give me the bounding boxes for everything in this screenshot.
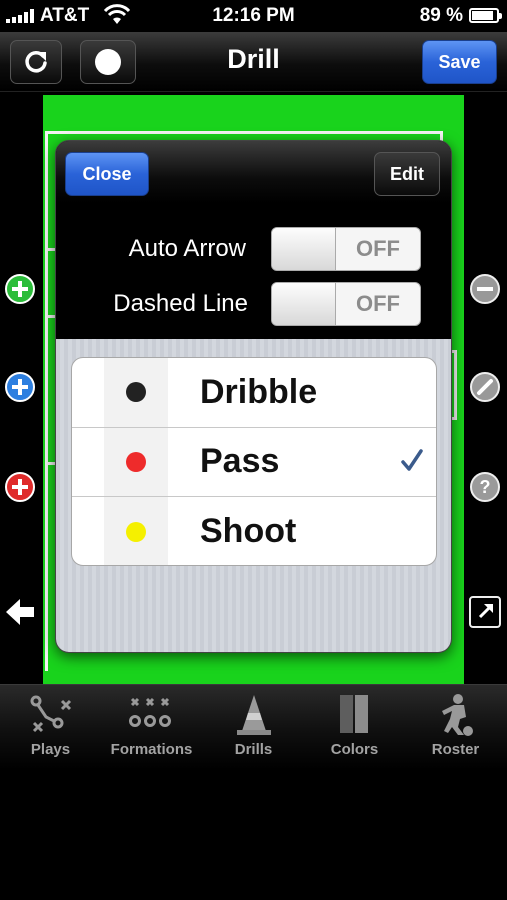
- save-button[interactable]: Save: [422, 40, 497, 84]
- edit-button[interactable]: Edit: [374, 152, 440, 196]
- add-blue-button[interactable]: [5, 372, 35, 402]
- tab-roster[interactable]: Roster: [405, 685, 506, 771]
- list-item-dribble[interactable]: Dribble: [72, 358, 436, 428]
- player-icon: [441, 694, 473, 736]
- tab-plays[interactable]: Plays: [0, 685, 101, 771]
- list-item-label: Dribble: [200, 372, 318, 411]
- dashed-line-toggle[interactable]: OFF: [271, 282, 421, 326]
- red-dot-icon: [126, 451, 146, 472]
- share-icon[interactable]: [469, 596, 501, 628]
- yellow-dot-icon: [126, 521, 146, 542]
- status-bar: AT&T 12:16 PM 89 %: [0, 0, 507, 32]
- back-arrow-icon[interactable]: [4, 597, 36, 627]
- tab-formations[interactable]: Formations: [101, 685, 202, 771]
- cone-icon: [236, 695, 271, 735]
- list-item-label: Shoot: [200, 512, 297, 551]
- tab-label: Formations: [110, 741, 193, 758]
- tab-colors[interactable]: Colors: [304, 685, 405, 771]
- toggle-state: OFF: [356, 236, 400, 261]
- close-button[interactable]: Close: [65, 152, 149, 196]
- tab-label: Plays: [30, 741, 71, 758]
- list-item-shoot[interactable]: Shoot: [72, 497, 436, 565]
- tab-label: Colors: [330, 741, 379, 758]
- colors-icon: [339, 695, 368, 733]
- list-item-pass[interactable]: Pass: [72, 427, 436, 497]
- black-dot-icon: [126, 382, 146, 403]
- plays-icon: [30, 695, 71, 733]
- add-red-button[interactable]: [5, 472, 35, 502]
- remove-button[interactable]: [470, 274, 500, 304]
- auto-arrow-label: Auto Arrow: [128, 235, 246, 262]
- tab-drills[interactable]: Drills: [203, 685, 304, 771]
- add-green-button[interactable]: [5, 274, 35, 304]
- auto-arrow-toggle[interactable]: OFF: [271, 227, 421, 271]
- line-style-popover: Close Edit Auto Arrow OFF Dashed Line OF…: [55, 140, 452, 653]
- pencil-button[interactable]: [470, 372, 500, 402]
- popover-body: Dribble Pass Shoot: [56, 339, 451, 652]
- list-item-label: Pass: [200, 442, 280, 481]
- formations-icon: [128, 697, 171, 727]
- checkmark-icon: [401, 448, 423, 471]
- line-type-list: Dribble Pass Shoot: [71, 357, 437, 566]
- popover-header: Close Edit: [56, 141, 451, 203]
- dashed-line-label: Dashed Line: [113, 290, 248, 317]
- toggle-state: OFF: [356, 291, 400, 316]
- battery-icon: [469, 8, 502, 23]
- nav-bar: Drill Save: [0, 32, 507, 92]
- tab-label: Drills: [234, 741, 273, 758]
- pencil-icon: [477, 379, 493, 395]
- tab-bar: Plays Formations Drills Colors Roster: [0, 684, 507, 770]
- help-button[interactable]: ?: [470, 472, 500, 502]
- battery-percent: 89 %: [419, 5, 463, 26]
- tab-label: Roster: [431, 741, 480, 758]
